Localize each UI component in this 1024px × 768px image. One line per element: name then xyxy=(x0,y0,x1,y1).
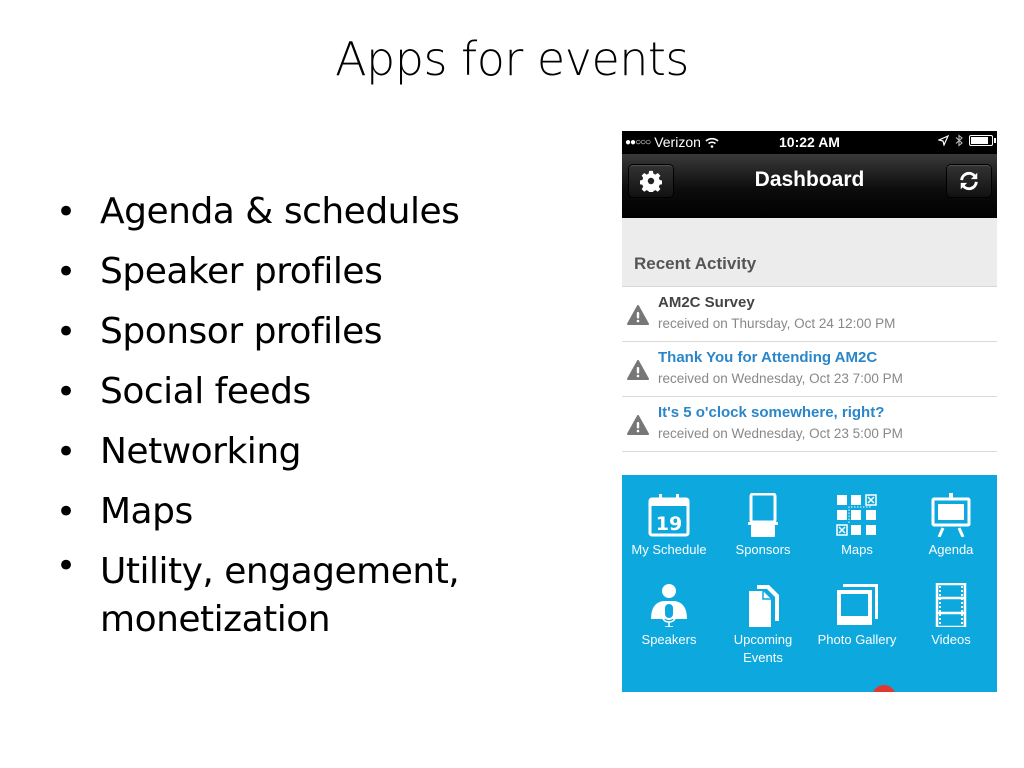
activity-subtitle: received on Thursday, Oct 24 12:00 PM xyxy=(658,316,896,331)
slide-title: Apps for events xyxy=(335,32,689,86)
alert-icon xyxy=(627,305,649,325)
tile-my-schedule[interactable]: 19 My Schedule xyxy=(622,493,716,559)
tile-label: Videos xyxy=(931,632,971,647)
map-grid-icon xyxy=(836,494,877,536)
nav-bar: Dashboard xyxy=(622,154,997,218)
speaker-mic-icon xyxy=(651,584,687,627)
status-bar: ●●○○○ Verizon 10:22 AM xyxy=(622,131,997,154)
bluetooth-icon xyxy=(955,134,963,147)
tile-videos[interactable]: Videos xyxy=(904,583,997,649)
activity-title: Thank You for Attending AM2C xyxy=(658,349,878,366)
app-tiles-grid: 19 My Schedule Sponsors Maps Agenda Spea… xyxy=(622,475,997,692)
tile-label: Sponsors xyxy=(735,542,791,557)
tile-upcoming-events[interactable]: Upcoming Events xyxy=(716,583,810,667)
activity-title: It's 5 o'clock somewhere, right? xyxy=(658,404,885,421)
tile-label: Agenda xyxy=(928,542,974,557)
tile-label: Maps xyxy=(841,542,873,557)
tile-sponsors[interactable]: Sponsors xyxy=(716,493,810,559)
notification-badge xyxy=(872,685,896,692)
bullet-item: Utility, engagement, monetization xyxy=(56,542,506,644)
refresh-button[interactable] xyxy=(946,164,992,198)
easel-icon xyxy=(931,493,971,537)
activity-item[interactable]: It's 5 o'clock somewhere, right? receive… xyxy=(622,397,997,452)
tile-label: Photo Gallery xyxy=(817,632,897,647)
tile-label: Upcoming Events xyxy=(733,632,793,665)
tile-speakers[interactable]: Speakers xyxy=(622,583,716,649)
documents-icon xyxy=(749,585,779,627)
activity-subtitle: received on Wednesday, Oct 23 7:00 PM xyxy=(658,371,903,386)
activity-subtitle: received on Wednesday, Oct 23 5:00 PM xyxy=(658,426,903,441)
bullet-item: Networking xyxy=(56,422,506,482)
phone-screenshot: ●●○○○ Verizon 10:22 AM Dashboard Recent … xyxy=(622,131,997,692)
booth-icon xyxy=(748,493,778,537)
bullet-item: Sponsor profiles xyxy=(56,302,506,362)
recent-activity-header: Recent Activity xyxy=(622,218,997,287)
tile-maps[interactable]: Maps xyxy=(810,493,904,559)
tile-label: My Schedule xyxy=(631,542,707,557)
activity-title: AM2C Survey xyxy=(658,294,755,311)
tile-label: Speakers xyxy=(641,632,697,647)
activity-item[interactable]: AM2C Survey received on Thursday, Oct 24… xyxy=(622,287,997,342)
battery-icon xyxy=(969,135,996,146)
bullet-item: Agenda & schedules xyxy=(56,182,506,242)
tile-agenda[interactable]: Agenda xyxy=(904,493,997,559)
calendar-day: 19 xyxy=(656,513,682,535)
location-icon xyxy=(938,135,949,146)
bullet-item: Social feeds xyxy=(56,362,506,422)
photos-icon xyxy=(837,584,878,625)
bullet-item: Speaker profiles xyxy=(56,242,506,302)
bullet-item: Maps xyxy=(56,482,506,542)
alert-icon xyxy=(627,415,649,435)
film-icon xyxy=(935,583,967,627)
tile-photo-gallery[interactable]: Photo Gallery xyxy=(810,583,904,649)
activity-item[interactable]: Thank You for Attending AM2C received on… xyxy=(622,342,997,397)
bullet-list: Agenda & schedules Speaker profiles Spon… xyxy=(56,182,506,644)
alert-icon xyxy=(627,360,649,380)
nav-title: Dashboard xyxy=(754,168,865,191)
calendar-icon: 19 xyxy=(648,494,690,537)
refresh-icon xyxy=(960,171,978,191)
